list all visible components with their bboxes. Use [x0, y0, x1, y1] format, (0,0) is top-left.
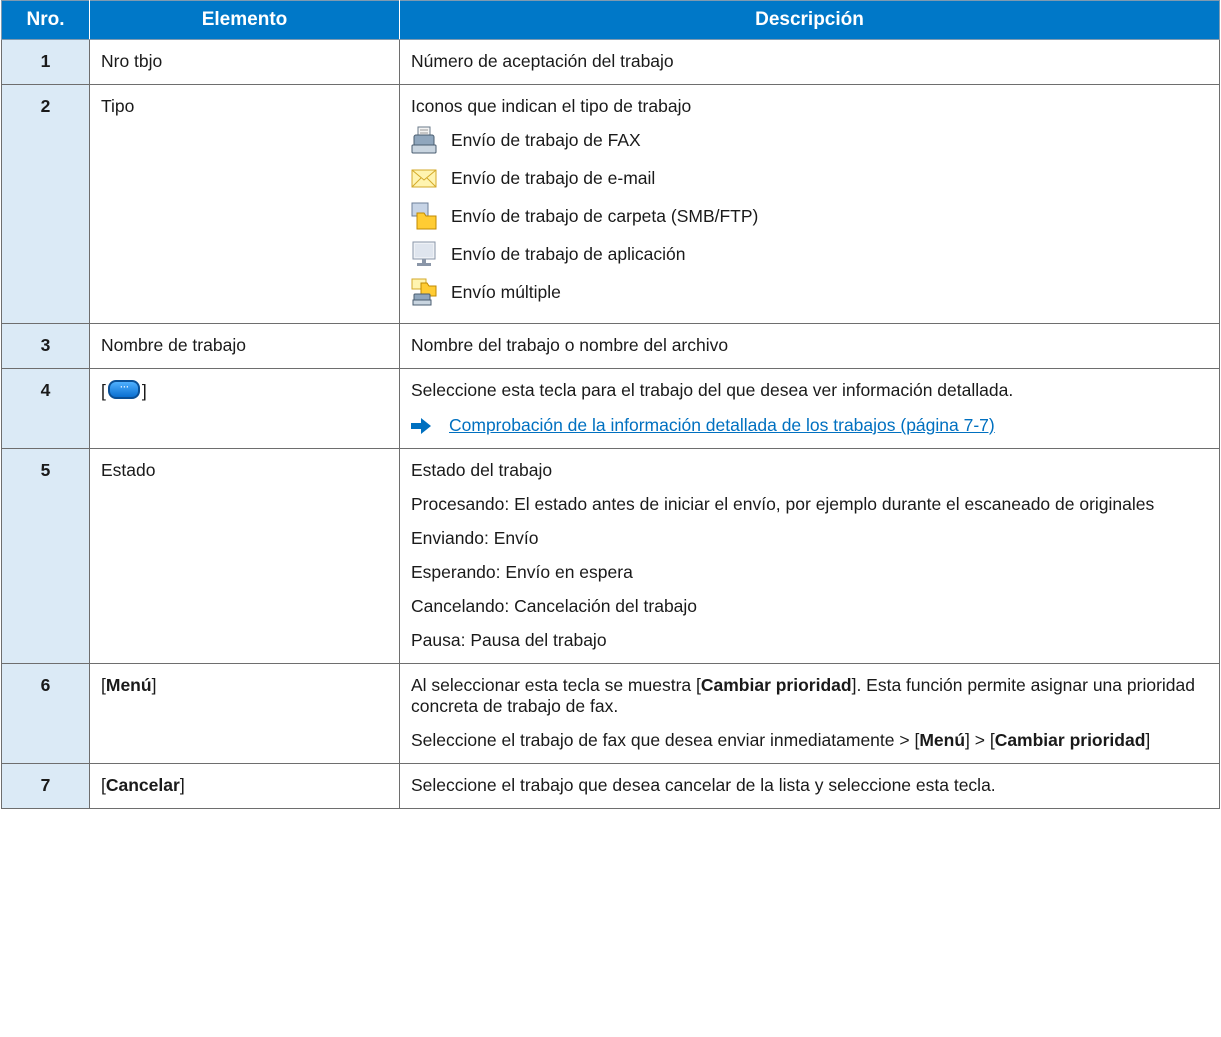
folder-send-icon	[411, 202, 437, 230]
fax-send-icon	[411, 126, 437, 154]
icon-legend-item: Envío de trabajo de aplicación	[411, 235, 1209, 273]
row-description: Seleccione el trabajo que desea cancelar…	[399, 763, 1220, 809]
icon-label: Envío de trabajo de FAX	[451, 129, 641, 150]
status-line: Pausa: Pausa del trabajo	[411, 630, 607, 650]
table-header-row: Nro. Elemento Descripción	[1, 0, 1220, 40]
detail-info-link[interactable]: Comprobación de la información detallada…	[449, 415, 995, 436]
icon-label: Envío de trabajo de aplicación	[451, 243, 686, 264]
row-element: Estado	[89, 448, 400, 664]
icon-label: Envío de trabajo de e-mail	[451, 167, 656, 188]
icon-legend-item: Envío de trabajo de carpeta (SMB/FTP)	[411, 197, 1209, 235]
description-paragraph: Al seleccionar esta tecla se muestra [Ca…	[411, 675, 1195, 716]
row-element: []	[89, 368, 400, 449]
row-number: 7	[1, 763, 90, 809]
document-page: Nro. Elemento Descripción 1 Nro tbjo Núm…	[0, 0, 1220, 809]
job-status-table: Nro. Elemento Descripción 1 Nro tbjo Núm…	[1, 0, 1220, 809]
application-send-icon	[412, 241, 436, 266]
row-description: Estado del trabajo Procesando: El estado…	[399, 448, 1220, 664]
table-row: 4 [] Seleccione esta tecla para el traba…	[1, 368, 1220, 449]
table-row: 5 Estado Estado del trabajo Procesando: …	[1, 448, 1220, 664]
status-line: Cancelando: Cancelación del trabajo	[411, 596, 698, 616]
table-row: 6 [Menú] Al seleccionar esta tecla se mu…	[1, 663, 1220, 764]
row-number: 4	[1, 368, 90, 449]
table-row: 1 Nro tbjo Número de aceptación del trab…	[1, 39, 1220, 85]
menu-key-label: Menú	[105, 675, 152, 695]
row-description: Iconos que indican el tipo de trabajo En…	[399, 84, 1220, 324]
row-element: Nombre de trabajo	[89, 323, 400, 369]
description-paragraph: Seleccione el trabajo de fax que desea e…	[411, 730, 1151, 750]
row-number: 3	[1, 323, 90, 369]
status-line: Procesando: El estado antes de iniciar e…	[411, 494, 1155, 514]
row-element: [Menú]	[89, 663, 400, 764]
row-element: Nro tbjo	[89, 39, 400, 85]
table-row: 7 [Cancelar] Seleccione el trabajo que d…	[1, 763, 1220, 809]
icon-legend-item: Envío de trabajo de e-mail	[411, 159, 1209, 197]
cancel-key-label: Cancelar	[105, 775, 180, 795]
icon-legend-item: Envío de trabajo de FAX	[411, 121, 1209, 159]
detail-key-icon	[107, 376, 140, 399]
header-element: Elemento	[89, 0, 400, 40]
status-line: Estado del trabajo	[411, 460, 553, 480]
row-element: [Cancelar]	[89, 763, 400, 809]
description-text: Seleccione esta tecla para el trabajo de…	[411, 380, 1014, 400]
row-description: Número de aceptación del trabajo	[399, 39, 1220, 85]
row-description: Seleccione esta tecla para el trabajo de…	[399, 368, 1220, 449]
header-num: Nro.	[1, 0, 90, 40]
icon-label: Envío de trabajo de carpeta (SMB/FTP)	[451, 205, 759, 226]
row-number: 5	[1, 448, 90, 664]
reference-link-row: Comprobación de la información detallada…	[411, 415, 1209, 436]
status-line: Esperando: Envío en espera	[411, 562, 633, 582]
multi-send-icon	[411, 278, 437, 306]
table-row: 2 Tipo Iconos que indican el tipo de tra…	[1, 84, 1220, 324]
row-number: 2	[1, 84, 90, 324]
icon-legend-item: Envío múltiple	[411, 273, 1209, 311]
header-description: Descripción	[399, 0, 1220, 40]
row-element: Tipo	[89, 84, 400, 324]
email-send-icon	[411, 169, 437, 188]
status-line: Enviando: Envío	[411, 528, 539, 548]
table-row: 3 Nombre de trabajo Nombre del trabajo o…	[1, 323, 1220, 369]
row-description: Nombre del trabajo o nombre del archivo	[399, 323, 1220, 369]
row-description: Al seleccionar esta tecla se muestra [Ca…	[399, 663, 1220, 764]
description-text: Iconos que indican el tipo de trabajo	[411, 96, 692, 116]
row-number: 1	[1, 39, 90, 85]
arrow-right-icon	[411, 417, 431, 434]
icon-label: Envío múltiple	[451, 281, 561, 302]
row-number: 6	[1, 663, 90, 764]
